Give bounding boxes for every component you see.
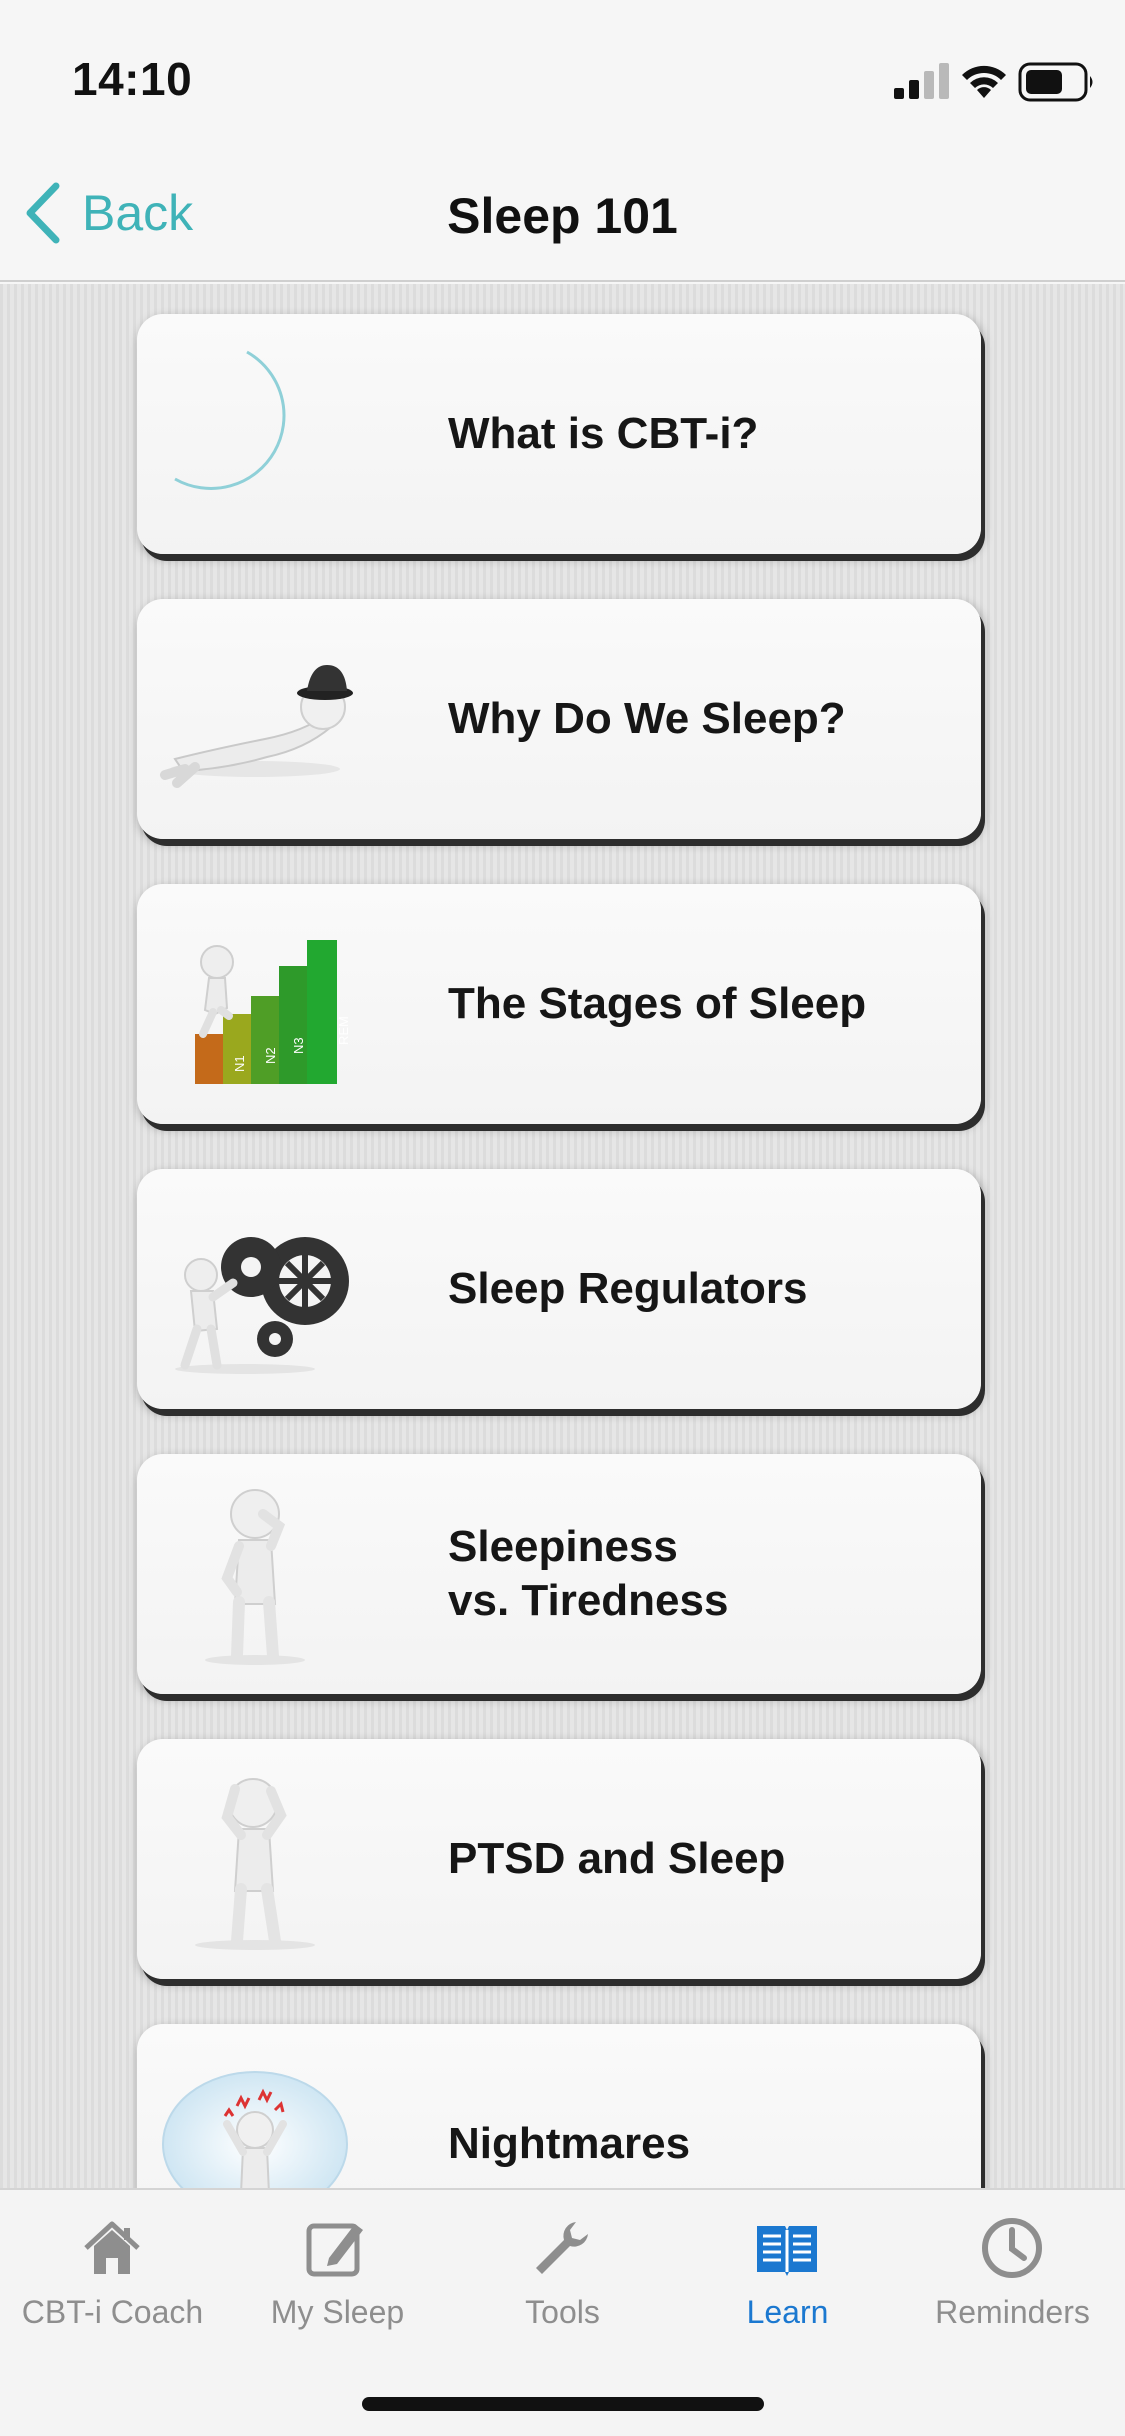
tab-label: My Sleep: [270, 2294, 405, 2330]
home-indicator[interactable]: [362, 2397, 764, 2411]
thinking-figure-icon: [205, 1489, 305, 1665]
page-title: Sleep 101: [447, 188, 678, 244]
status-bar: 14:10: [0, 0, 1125, 140]
wifi-icon: [962, 65, 1006, 98]
tab-cbt-i-coach[interactable]: CBT-i Coach: [0, 2190, 225, 2360]
topic-title-line: PTSD and Sleep: [448, 1834, 786, 1883]
stage-label-rem: REM: [336, 1016, 351, 1045]
tab-label: Learn: [746, 2294, 829, 2330]
battery-icon: [1018, 62, 1093, 102]
topic-card-ptsd-and-sleep[interactable]: PTSD and Sleep: [137, 1739, 981, 1979]
tab-label: Reminders: [935, 2294, 1090, 2330]
nightmare-figure-icon: [162, 2071, 348, 2188]
wrench-icon: [536, 2222, 588, 2274]
topic-title-line: The Stages of Sleep: [448, 979, 867, 1028]
topic-card-stages-of-sleep[interactable]: N1 N2 N3 REM The Stages of Sleep: [137, 884, 981, 1124]
topic-card-nightmares[interactable]: Nightmares: [137, 2024, 981, 2188]
topic-list[interactable]: What is CBT-i? Why Do We Sleep? N1 N2 N3…: [0, 284, 1125, 2188]
gears-icon: [175, 1237, 349, 1374]
topic-title-line: Sleepiness: [448, 1522, 678, 1571]
clock-icon: [982, 2218, 1042, 2278]
topic-title-line: Why Do We Sleep?: [448, 694, 846, 743]
sleep-stages-chart-icon: N1 N2 N3 REM: [195, 940, 351, 1084]
cellular-signal-icon: [894, 63, 949, 99]
tab-tools[interactable]: Tools: [450, 2190, 675, 2360]
distressed-figure-icon: [195, 1778, 315, 1950]
topic-card-what-is-cbt-i[interactable]: What is CBT-i?: [137, 314, 981, 554]
topic-title-line: Nightmares: [448, 2119, 691, 2168]
tab-label: CBT-i Coach: [21, 2294, 204, 2330]
topic-card-sleep-regulators[interactable]: Sleep Regulators: [137, 1169, 981, 1409]
book-icon: [757, 2226, 817, 2276]
topic-card-sleepiness-vs-tiredness[interactable]: Sleepiness vs. Tiredness: [137, 1454, 981, 1694]
topic-title: PTSD and Sleep: [448, 1739, 948, 1979]
tab-my-sleep[interactable]: My Sleep: [225, 2190, 450, 2360]
topic-title: Why Do We Sleep?: [448, 599, 948, 839]
tab-label: Tools: [525, 2294, 600, 2330]
stage-label-n1: N1: [232, 1055, 247, 1072]
edit-icon: [306, 2223, 363, 2277]
topic-title: The Stages of Sleep: [448, 884, 948, 1124]
tab-reminders[interactable]: Reminders: [900, 2190, 1125, 2360]
topic-card-why-do-we-sleep[interactable]: Why Do We Sleep?: [137, 599, 981, 839]
topic-title: Sleep Regulators: [448, 1169, 948, 1409]
topic-title: Sleepiness vs. Tiredness: [448, 1454, 948, 1694]
home-icon: [84, 2221, 140, 2274]
tab-learn[interactable]: Learn: [675, 2190, 900, 2360]
topic-title: Nightmares: [448, 2024, 948, 2188]
stage-label-n2: N2: [263, 1047, 278, 1064]
topic-title-line: What is CBT-i?: [448, 409, 759, 458]
resting-figure-icon: [160, 665, 353, 788]
topic-title-line: Sleep Regulators: [448, 1264, 808, 1313]
screen: 14:10 Back Sleep 101 What is CBT-i? Why …: [0, 0, 1125, 2436]
navigation-bar: Back Sleep 101: [0, 140, 1125, 282]
stage-label-n3: N3: [291, 1037, 306, 1054]
moon-icon: [174, 350, 286, 490]
topic-title-line: vs. Tiredness: [448, 1576, 729, 1625]
topic-title: What is CBT-i?: [448, 314, 948, 554]
status-time: 14:10: [72, 53, 193, 105]
